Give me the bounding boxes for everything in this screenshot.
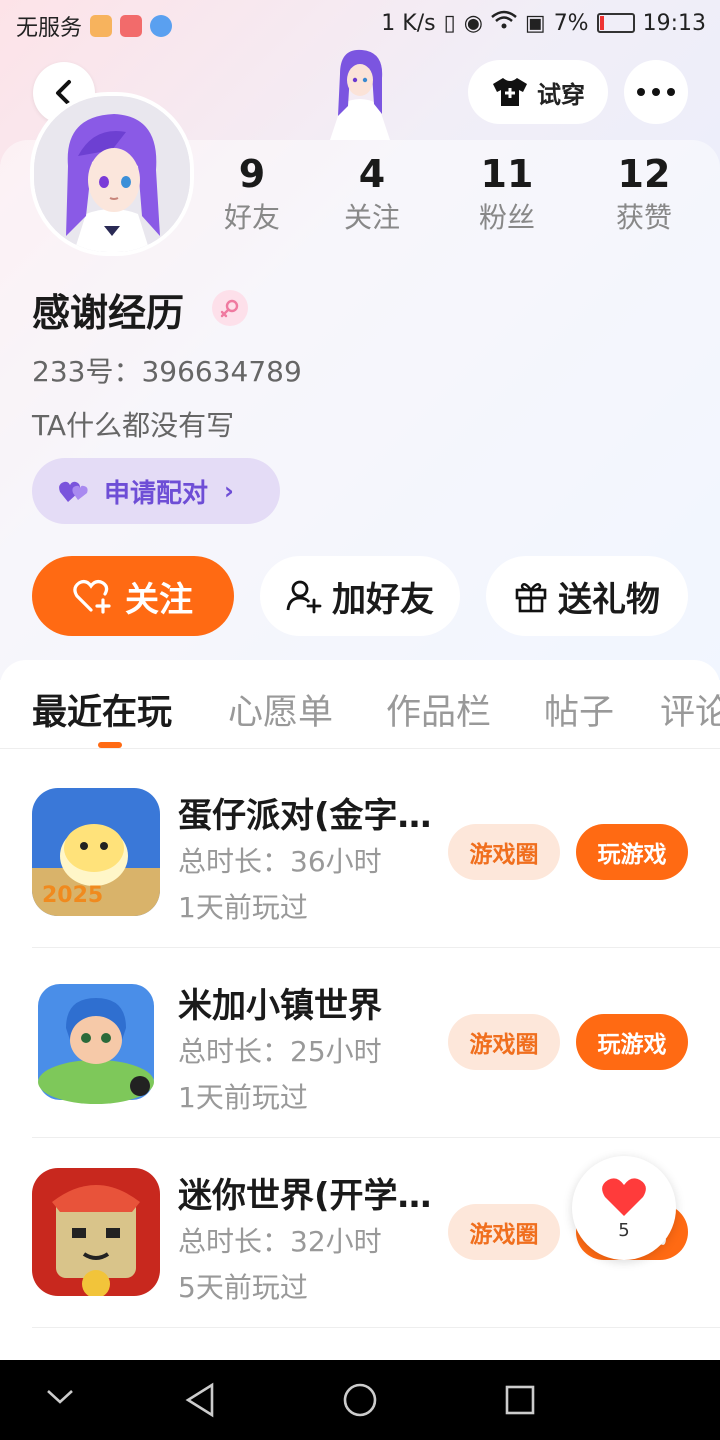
game-duration: 总时长：36小时 bbox=[178, 845, 382, 878]
stat-label: 好友 bbox=[223, 201, 280, 234]
tab-bar: 最近在玩 心愿单 作品栏 帖子 评论 bbox=[0, 660, 720, 749]
system-navigation-bar bbox=[0, 1360, 720, 1440]
wifi-icon bbox=[491, 10, 517, 36]
back-triangle-icon[interactable] bbox=[184, 1382, 216, 1422]
user-id: 233号：396634789 bbox=[32, 355, 302, 388]
heart-plus-icon bbox=[73, 579, 111, 614]
tab-recently-played[interactable]: 最近在玩 bbox=[32, 684, 172, 735]
send-gift-label: 送礼物 bbox=[558, 579, 660, 620]
tab-works[interactable]: 作品栏 bbox=[386, 684, 491, 735]
status-bar: 无服务 1 K/s ▯ ◉ ▣ 7% 19:13 bbox=[0, 0, 720, 50]
try-on-label: 试穿 bbox=[537, 80, 585, 109]
vibrate-icon: ▯ bbox=[443, 10, 456, 36]
tab-posts[interactable]: 帖子 bbox=[544, 684, 614, 735]
stat-label: 关注 bbox=[343, 201, 400, 234]
game-list-item[interactable]: 米加小镇世界 总时长：25小时 1天前玩过 游戏圈 玩游戏 bbox=[0, 948, 720, 1138]
game-list-item[interactable]: 2025 蛋仔派对(金字… 总时长：36小时 1天前玩过 游戏圈 玩游戏 bbox=[0, 758, 720, 948]
home-circle-icon[interactable] bbox=[342, 1382, 378, 1422]
game-icon-miga-town bbox=[32, 978, 160, 1106]
game-last-played: 1天前玩过 bbox=[178, 1081, 308, 1114]
active-tab-indicator bbox=[98, 742, 122, 748]
app-notification-icon bbox=[90, 15, 113, 37]
time-text: 19:13 bbox=[642, 10, 706, 36]
recent-apps-square-icon[interactable] bbox=[504, 1384, 536, 1420]
game-duration: 总时长：32小时 bbox=[178, 1225, 382, 1258]
stat-label: 粉丝 bbox=[478, 201, 535, 234]
battery-icon bbox=[596, 13, 635, 33]
net-speed-text: 1 K/s bbox=[381, 10, 436, 36]
mail-notification-icon bbox=[120, 15, 143, 37]
heart-icon bbox=[602, 1177, 646, 1216]
profile-stats: 9 好友 4 关注 11 粉丝 12 获赞 bbox=[190, 150, 720, 250]
play-game-button[interactable]: 玩游戏 bbox=[576, 824, 688, 880]
chevron-right-icon: › bbox=[224, 477, 234, 505]
svg-text:2025: 2025 bbox=[42, 883, 103, 908]
add-friend-label: 加好友 bbox=[332, 579, 434, 620]
game-icon-eggy-party: 2025 bbox=[32, 788, 160, 916]
try-on-button[interactable]: 试穿 bbox=[468, 60, 608, 124]
more-dots-icon bbox=[637, 88, 675, 96]
user-bio: TA什么都没有写 bbox=[32, 409, 235, 442]
profile-avatar[interactable] bbox=[30, 92, 194, 256]
game-name: 蛋仔派对(金字… bbox=[178, 796, 432, 836]
gift-icon bbox=[515, 583, 547, 613]
action-buttons: 关注 加好友 送礼物 bbox=[32, 556, 692, 636]
carrier-text: 无服务 bbox=[16, 16, 83, 41]
battery-text: 7% bbox=[553, 10, 589, 36]
browser-notification-icon bbox=[150, 15, 173, 37]
stat-friends[interactable]: 9 好友 bbox=[192, 150, 312, 238]
username: 感谢经历 bbox=[32, 291, 185, 335]
game-circle-button[interactable]: 游戏圈 bbox=[448, 1014, 560, 1070]
stat-following[interactable]: 4 关注 bbox=[312, 150, 432, 238]
request-pairing-button[interactable]: 申请配对 › bbox=[32, 458, 280, 524]
divider bbox=[32, 1327, 720, 1328]
game-circle-button[interactable]: 游戏圈 bbox=[448, 1204, 560, 1260]
game-last-played: 1天前玩过 bbox=[178, 891, 308, 924]
play-game-button[interactable]: 玩游戏 bbox=[576, 1014, 688, 1070]
floating-like-button[interactable]: 5 bbox=[572, 1156, 676, 1260]
female-gender-icon bbox=[212, 290, 248, 326]
add-user-icon bbox=[286, 580, 322, 614]
game-name: 米加小镇世界 bbox=[178, 986, 382, 1026]
tab-wishlist[interactable]: 心愿单 bbox=[228, 684, 333, 735]
stat-number: 4 bbox=[358, 152, 386, 196]
stat-number: 9 bbox=[238, 152, 266, 196]
game-circle-button[interactable]: 游戏圈 bbox=[448, 824, 560, 880]
add-friend-button[interactable]: 加好友 bbox=[260, 556, 460, 636]
stat-number: 11 bbox=[480, 152, 534, 196]
tshirt-icon bbox=[493, 78, 527, 106]
stat-likes[interactable]: 12 获赞 bbox=[584, 150, 704, 238]
like-count: 5 bbox=[618, 1219, 630, 1241]
stat-label: 获赞 bbox=[615, 201, 672, 234]
stat-number: 12 bbox=[617, 152, 671, 196]
game-name: 迷你世界(开学… bbox=[178, 1176, 432, 1216]
eye-icon: ◉ bbox=[463, 10, 483, 36]
tab-comments[interactable]: 评论 bbox=[660, 684, 720, 735]
game-last-played: 5天前玩过 bbox=[178, 1271, 308, 1304]
follow-button[interactable]: 关注 bbox=[32, 556, 234, 636]
top-avatar-thumbnail bbox=[310, 44, 410, 140]
send-gift-button[interactable]: 送礼物 bbox=[486, 556, 688, 636]
follow-label: 关注 bbox=[125, 579, 193, 620]
battery-alert-icon: ▣ bbox=[524, 10, 546, 36]
collapse-chevron-icon[interactable] bbox=[46, 1388, 74, 1410]
double-heart-icon bbox=[59, 481, 88, 502]
stat-fans[interactable]: 11 粉丝 bbox=[447, 150, 567, 238]
request-pairing-label: 申请配对 bbox=[104, 478, 209, 509]
game-icon-mini-world bbox=[32, 1168, 160, 1296]
more-options-button[interactable] bbox=[624, 60, 688, 124]
game-duration: 总时长：25小时 bbox=[178, 1035, 382, 1068]
